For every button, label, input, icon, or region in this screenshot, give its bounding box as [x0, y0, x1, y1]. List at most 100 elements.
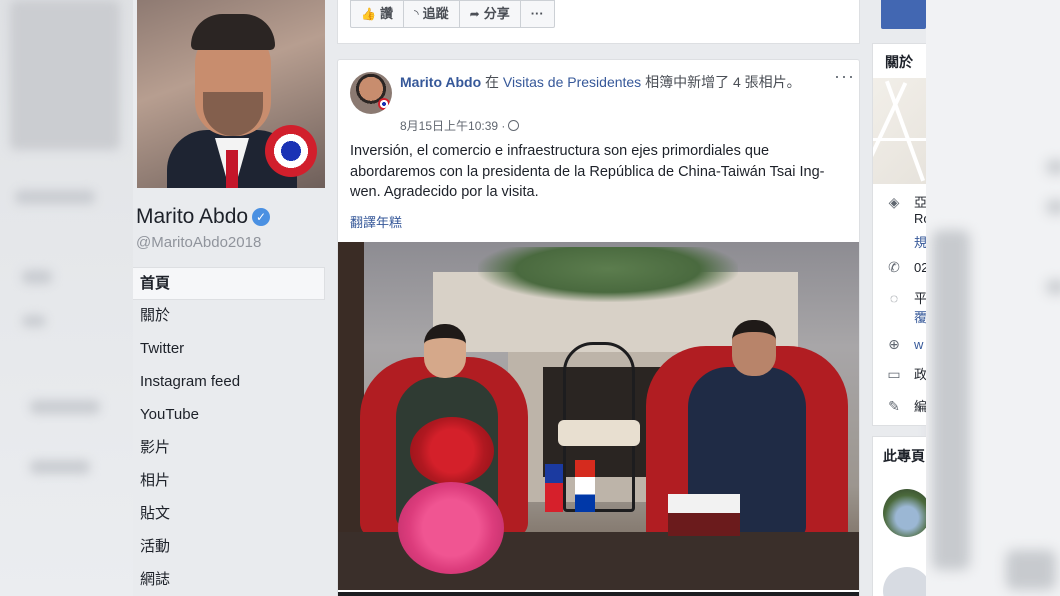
edit-row[interactable]: ✎ 編	[885, 396, 926, 420]
blur-smudge	[15, 190, 95, 204]
cockade-badge-icon	[265, 125, 317, 177]
post-timestamp[interactable]: 8月15日上午10:39 ·	[400, 117, 520, 134]
blur-smudge	[1046, 280, 1060, 294]
page-handle[interactable]: @MaritoAbdo2018	[136, 234, 261, 251]
action-button-group: 👍 讚 ◝ 追蹤 ➦ 分享 ···	[350, 0, 555, 28]
nav-item-about[interactable]: 關於	[133, 300, 325, 333]
post-options-icon[interactable]: ···	[834, 66, 855, 87]
globe-icon: ⊕	[888, 336, 900, 352]
header-in-word: 在	[485, 74, 500, 90]
author-avatar[interactable]	[350, 72, 392, 114]
website-text[interactable]: w	[914, 337, 923, 352]
left-sidebar: Marito Abdo ✓ @MaritoAbdo2018 首頁 關於 Twitt…	[133, 0, 327, 596]
nav-item-photos[interactable]: 相片	[133, 465, 325, 498]
location-map[interactable]	[873, 78, 926, 184]
photo-thumbnail-strip[interactable]	[338, 592, 859, 596]
nav-item-instagram-feed[interactable]: Instagram feed	[133, 366, 325, 399]
nav-item-videos[interactable]: 影片	[133, 432, 325, 465]
photo-person-right-head	[732, 320, 776, 376]
blur-smudge	[30, 400, 100, 414]
photo-hair	[191, 14, 275, 50]
messenger-line-2-text[interactable]: 覆	[914, 310, 926, 325]
photo-flag-right	[575, 460, 595, 512]
blurred-background-left	[0, 0, 133, 596]
blur-smudge	[932, 230, 970, 570]
header-action-text: 相簿中新增了 4 張相片。	[645, 74, 801, 90]
related-page-thumbnail[interactable]	[883, 489, 926, 537]
directions-row[interactable]: 規	[914, 232, 926, 256]
cockade-badge-icon	[378, 98, 390, 110]
blur-smudge	[1046, 160, 1060, 174]
phone-icon: ✆	[888, 259, 900, 275]
phone-row: ✆ 02	[885, 259, 926, 283]
author-link[interactable]: Marito Abdo	[400, 74, 481, 90]
about-title[interactable]: 關於	[885, 52, 913, 72]
share-label: 分享	[483, 6, 510, 21]
category-icon: ▭	[887, 366, 901, 382]
blur-smudge	[22, 270, 52, 284]
share-button[interactable]: ➦ 分享	[460, 1, 521, 27]
edit-text[interactable]: 編	[914, 399, 926, 414]
nav-item-home[interactable]: 首頁	[133, 267, 325, 300]
follow-button[interactable]: ◝ 追蹤	[404, 1, 460, 27]
like-button[interactable]: 👍 讚	[351, 1, 404, 27]
post-body-text: Inversión, el comercio e infraestructura…	[350, 143, 825, 200]
related-pages-card: 此專頁	[872, 436, 926, 596]
nav-item-youtube[interactable]: YouTube	[133, 399, 325, 432]
follow-label: 追蹤	[422, 6, 449, 21]
more-icon: ···	[530, 6, 544, 21]
messenger-line-2[interactable]: 覆	[914, 307, 926, 331]
public-globe-icon	[508, 120, 520, 131]
map-road	[873, 138, 926, 141]
blur-smudge	[1006, 550, 1056, 590]
blur-smudge	[10, 0, 120, 150]
like-label: 讚	[379, 6, 393, 21]
related-page-thumbnail[interactable]	[883, 567, 926, 596]
blur-smudge	[1046, 200, 1060, 214]
photo-red-roses	[410, 417, 494, 485]
blurred-background-right	[926, 0, 1060, 596]
more-actions-button[interactable]: ···	[521, 1, 554, 27]
about-card: 關於 ◈亞 Ro 規 ✆02 ◌平 覆 ⊕w ▭政 ✎編	[872, 43, 926, 426]
blur-smudge	[30, 460, 90, 474]
share-icon: ➦	[469, 7, 480, 21]
website-row[interactable]: ⊕ w	[885, 336, 923, 360]
post-photo[interactable]	[338, 242, 859, 590]
blur-smudge	[22, 315, 46, 327]
page-name[interactable]: Marito Abdo ✓	[136, 205, 271, 229]
messenger-text: 平	[914, 291, 926, 306]
nav-item-posts[interactable]: 貼文	[133, 498, 325, 531]
photo-tie	[226, 150, 238, 188]
directions-text[interactable]: 規	[914, 235, 926, 250]
page-nav: 首頁 關於 Twitter Instagram feed YouTube 影片 …	[133, 267, 325, 596]
photo-pink-roses	[398, 482, 504, 574]
messenger-icon: ◌	[889, 290, 899, 306]
page-action-bar: 👍 讚 ◝ 追蹤 ➦ 分享 ···	[337, 0, 860, 44]
page-name-text[interactable]: Marito Abdo	[136, 205, 248, 228]
nav-item-events[interactable]: 活動	[133, 531, 325, 564]
like-icon: 👍	[361, 7, 376, 21]
map-road	[884, 80, 926, 182]
address-text: 亞	[914, 195, 926, 210]
photo-person-left-head	[424, 324, 466, 378]
related-pages-title: 此專頁	[883, 448, 925, 464]
edit-icon: ✎	[888, 398, 900, 414]
nav-item-twitter[interactable]: Twitter	[133, 333, 325, 366]
location-icon: ◈	[888, 194, 900, 210]
primary-action-button[interactable]	[881, 0, 926, 29]
address-line-2-text: Ro	[914, 211, 926, 226]
photo-books	[668, 494, 740, 536]
photo-middle-seat	[558, 420, 640, 446]
profile-picture[interactable]	[137, 0, 325, 188]
category-text: 政	[914, 367, 926, 382]
follow-icon: ◝	[413, 7, 419, 21]
nav-item-notes[interactable]: 網誌	[133, 564, 325, 596]
album-link[interactable]: Visitas de Presidentes	[503, 74, 641, 90]
photo-plants	[478, 247, 738, 302]
post-timestamp-text[interactable]: 8月15日上午10:39 ·	[400, 119, 505, 133]
post-card: Marito Abdo 在 Visitas de Presidentes 相簿中…	[337, 59, 860, 596]
post-header: Marito Abdo 在 Visitas de Presidentes 相簿中…	[400, 72, 820, 92]
see-translation-link[interactable]: 翻譯年糕	[350, 212, 402, 231]
category-row: ▭ 政	[885, 364, 926, 388]
photo-flag-left	[545, 464, 563, 512]
